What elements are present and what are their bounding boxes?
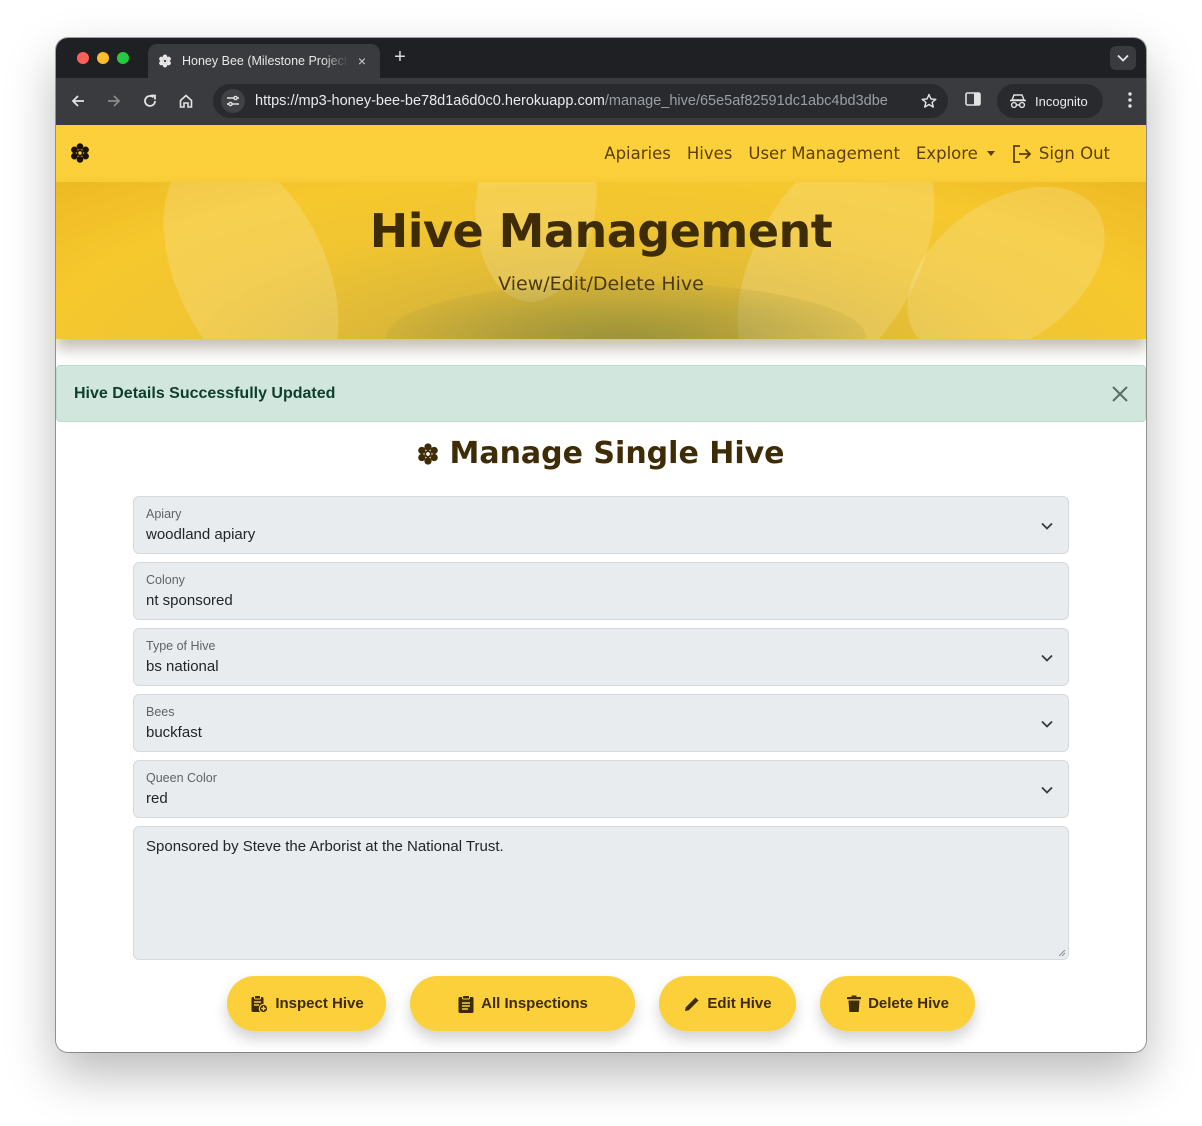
queen-color-value: red xyxy=(146,790,168,807)
tab-strip: Honey Bee (Milestone Project 3) × + xyxy=(56,38,1146,78)
colony-input[interactable]: Colony nt sponsored xyxy=(133,562,1069,620)
maximize-window-button[interactable] xyxy=(117,52,129,64)
colony-label: Colony xyxy=(146,573,185,587)
arrow-left-icon xyxy=(71,95,84,107)
delete-hive-button[interactable]: Delete Hive xyxy=(820,976,975,1031)
chevron-down-icon xyxy=(1041,522,1053,530)
nav-link-user-management[interactable]: User Management xyxy=(748,144,900,163)
browser-menu-icon[interactable] xyxy=(1128,91,1132,114)
url-path: /manage_hive/65e5af82591dc1abc4bd3dbe xyxy=(604,93,888,109)
nav-dropdown-explore[interactable]: Explore xyxy=(916,144,995,163)
nav-link-sign-out[interactable]: Sign Out xyxy=(1011,144,1110,164)
bees-value: buckfast xyxy=(146,724,202,741)
home-button[interactable] xyxy=(175,90,197,112)
form-heading-text: Manage Single Hive xyxy=(449,436,785,471)
tab-search-button[interactable] xyxy=(1110,46,1136,70)
bees-select[interactable]: Bees buckfast xyxy=(133,694,1069,752)
trash-icon xyxy=(847,995,862,1012)
site-info-icon[interactable] xyxy=(221,89,245,113)
chevron-down-icon xyxy=(1041,720,1053,728)
chevron-down-icon xyxy=(1041,654,1053,662)
apiary-label: Apiary xyxy=(146,507,182,521)
notes-textarea[interactable]: Sponsored by Steve the Arborist at the N… xyxy=(133,826,1069,960)
hero-banner: Hive Management View/Edit/Delete Hive xyxy=(56,182,1146,339)
hive-type-select[interactable]: Type of Hive bs national xyxy=(133,628,1069,686)
url-host: https://mp3-honey-bee-be78d1a6d0c0.herok… xyxy=(255,93,605,109)
home-icon xyxy=(179,94,193,108)
nav-link-hives[interactable]: Hives xyxy=(687,144,733,163)
form-heading: Manage Single Hive xyxy=(56,436,1146,471)
url-text: https://mp3-honey-bee-be78d1a6d0c0.herok… xyxy=(255,93,920,109)
address-bar[interactable]: https://mp3-honey-bee-be78d1a6d0c0.herok… xyxy=(213,84,948,118)
hive-type-label: Type of Hive xyxy=(146,639,216,653)
notes-text: Sponsored by Steve the Arborist at the N… xyxy=(146,838,504,855)
forward-button[interactable] xyxy=(103,90,125,112)
all-inspections-button[interactable]: All Inspections xyxy=(410,976,635,1031)
bee-logo-icon xyxy=(418,442,439,465)
site-navbar: Apiaries Hives User Management Explore S… xyxy=(56,125,1146,182)
inspect-hive-button[interactable]: Inspect Hive xyxy=(227,976,386,1031)
arrow-right-icon xyxy=(108,95,121,107)
apiary-value: woodland apiary xyxy=(146,526,256,543)
side-panel-icon[interactable] xyxy=(964,90,982,113)
browser-toolbar: https://mp3-honey-bee-be78d1a6d0c0.herok… xyxy=(56,78,1146,125)
queen-color-select[interactable]: Queen Color red xyxy=(133,760,1069,818)
back-button[interactable] xyxy=(67,90,89,112)
incognito-icon xyxy=(1010,94,1026,109)
edit-hive-label: Edit Hive xyxy=(707,995,772,1012)
all-inspections-label: All Inspections xyxy=(481,995,588,1012)
close-window-button[interactable] xyxy=(77,52,89,64)
tab-close-icon[interactable]: × xyxy=(354,53,370,69)
bookmark-star-icon[interactable] xyxy=(920,93,938,109)
nav-links: Apiaries Hives User Management Explore S… xyxy=(604,125,1110,182)
bees-label: Bees xyxy=(146,705,175,719)
alert-message: Hive Details Successfully Updated xyxy=(74,384,336,402)
tab-title: Honey Bee (Milestone Project 3) xyxy=(182,54,348,68)
clipboard-plus-icon xyxy=(251,994,269,1013)
chevron-down-icon xyxy=(1117,54,1129,62)
inspect-hive-label: Inspect Hive xyxy=(275,995,364,1012)
page-subtitle: View/Edit/Delete Hive xyxy=(498,273,704,295)
hive-type-value: bs national xyxy=(146,658,219,675)
incognito-badge[interactable]: Incognito xyxy=(997,84,1103,118)
bee-logo-icon[interactable] xyxy=(70,143,90,163)
bee-favicon-icon xyxy=(158,54,172,68)
reload-icon xyxy=(144,94,156,107)
queen-color-label: Queen Color xyxy=(146,771,217,785)
nav-link-explore: Explore xyxy=(915,144,978,163)
apiary-select[interactable]: Apiary woodland apiary xyxy=(133,496,1069,554)
reload-button[interactable] xyxy=(139,90,161,112)
minimize-window-button[interactable] xyxy=(97,52,109,64)
browser-window: Honey Bee (Milestone Project 3) × + http… xyxy=(56,38,1146,1052)
sign-out-label: Sign Out xyxy=(1038,144,1110,163)
page-title: Hive Management xyxy=(369,204,833,258)
success-alert: Hive Details Successfully Updated xyxy=(56,365,1146,422)
nav-link-apiaries[interactable]: Apiaries xyxy=(604,144,671,163)
web-page: Apiaries Hives User Management Explore S… xyxy=(56,125,1146,1052)
browser-tab[interactable]: Honey Bee (Milestone Project 3) × xyxy=(148,44,380,78)
pencil-icon xyxy=(685,997,699,1011)
resize-grip-icon xyxy=(1058,949,1066,957)
close-icon[interactable] xyxy=(1109,383,1131,405)
new-tab-button[interactable]: + xyxy=(390,46,410,69)
chevron-down-icon xyxy=(1041,786,1053,794)
edit-hive-button[interactable]: Edit Hive xyxy=(659,976,796,1031)
sign-out-icon xyxy=(1012,144,1032,163)
colony-value: nt sponsored xyxy=(146,592,233,609)
incognito-label: Incognito xyxy=(1035,93,1088,109)
caret-down-icon xyxy=(986,151,995,156)
clipboard-list-icon xyxy=(458,994,474,1013)
delete-hive-label: Delete Hive xyxy=(868,995,949,1012)
